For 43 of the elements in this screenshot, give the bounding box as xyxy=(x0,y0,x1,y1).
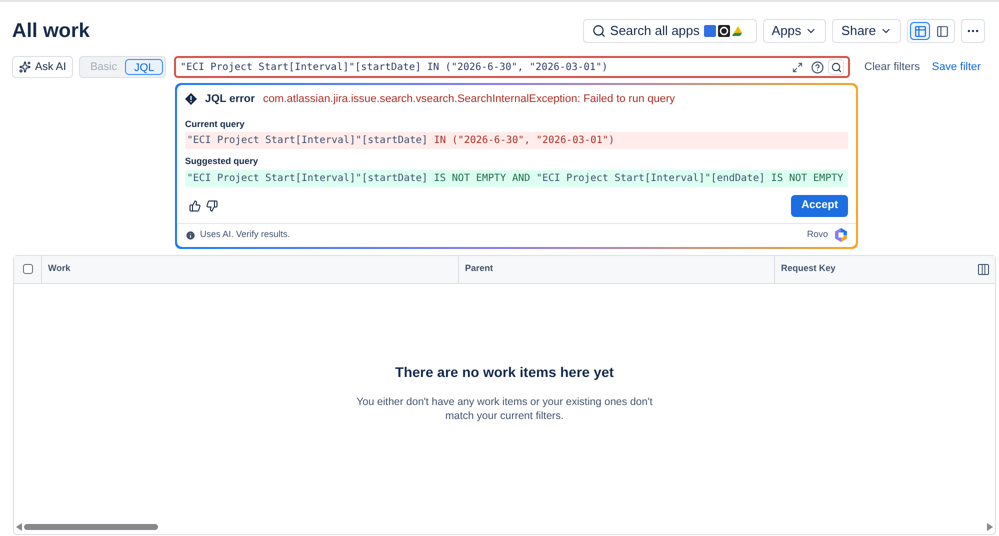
search-icon xyxy=(830,62,842,72)
list-view-button[interactable] xyxy=(910,22,930,40)
scroll-right-icon[interactable] xyxy=(987,523,993,531)
more-button[interactable] xyxy=(961,19,985,43)
column-header[interactable]: Work xyxy=(48,262,70,276)
sparkle-icon xyxy=(19,61,31,73)
search-button[interactable] xyxy=(828,59,844,75)
brand-logo-icon xyxy=(834,228,848,242)
select-all-checkbox[interactable] xyxy=(22,264,32,274)
scroll-left-icon[interactable] xyxy=(16,523,22,531)
clear-filters-button[interactable]: Clear filters xyxy=(864,58,920,76)
panel-icon xyxy=(936,24,948,38)
thumbs-up-icon[interactable] xyxy=(189,200,201,212)
column-header[interactable]: Request Key xyxy=(781,262,836,276)
ask-ai-button[interactable]: Ask AI xyxy=(12,56,74,78)
save-filter-link[interactable]: Save filter xyxy=(932,58,981,76)
expand-icon[interactable] xyxy=(792,62,804,72)
column-header[interactable]: Parent xyxy=(465,262,494,276)
current-query-label: Current query xyxy=(185,118,246,131)
thumbs-down-icon[interactable] xyxy=(206,200,218,212)
warning-icon xyxy=(185,93,197,106)
scrollbar-thumb[interactable] xyxy=(24,524,158,530)
empty-state-title: There are no work items here yet xyxy=(395,362,614,382)
brand-label: Rovo xyxy=(806,228,828,242)
page-title: All work xyxy=(12,19,90,44)
error-message: com.atlassian.jira.issue.search.vsearch.SearchInternalException: Failed to run query xyxy=(262,92,676,107)
error-title: JQL error xyxy=(205,92,255,107)
help-icon[interactable] xyxy=(811,60,824,74)
apps-button[interactable]: Apps xyxy=(762,19,826,43)
suggested-query-label: Suggested query xyxy=(185,155,260,168)
info-icon xyxy=(185,230,196,240)
current-query: "ECI Project Start[Interval]"[startDate] IN ("2026-6-30", "2026-03-01") xyxy=(185,132,848,149)
search-apps-button[interactable]: Search all apps xyxy=(583,19,757,43)
jql-query-field[interactable]: "ECI Project Start[Interval]"[startDate] IN ("2026-6-30", "2026-03-01") xyxy=(174,56,850,78)
search-icon xyxy=(592,24,606,38)
ai-disclaimer: Uses AI. Verify results. xyxy=(200,228,290,242)
accept-button[interactable]: Accept xyxy=(791,194,848,216)
empty-state-message: You either don't have any work items or your existing ones don't match your current filters. xyxy=(355,394,654,422)
table-icon xyxy=(914,24,926,38)
share-button[interactable]: Share xyxy=(832,19,901,43)
mode-tab[interactable]: JQL xyxy=(125,59,164,75)
suggested-query: "ECI Project Start[Interval]"[startDate] IS NOT EMPTY AND "ECI Project Start[Interval]"[endDate] IS NOT EMPTY xyxy=(185,170,848,186)
columns-icon[interactable] xyxy=(978,264,989,274)
